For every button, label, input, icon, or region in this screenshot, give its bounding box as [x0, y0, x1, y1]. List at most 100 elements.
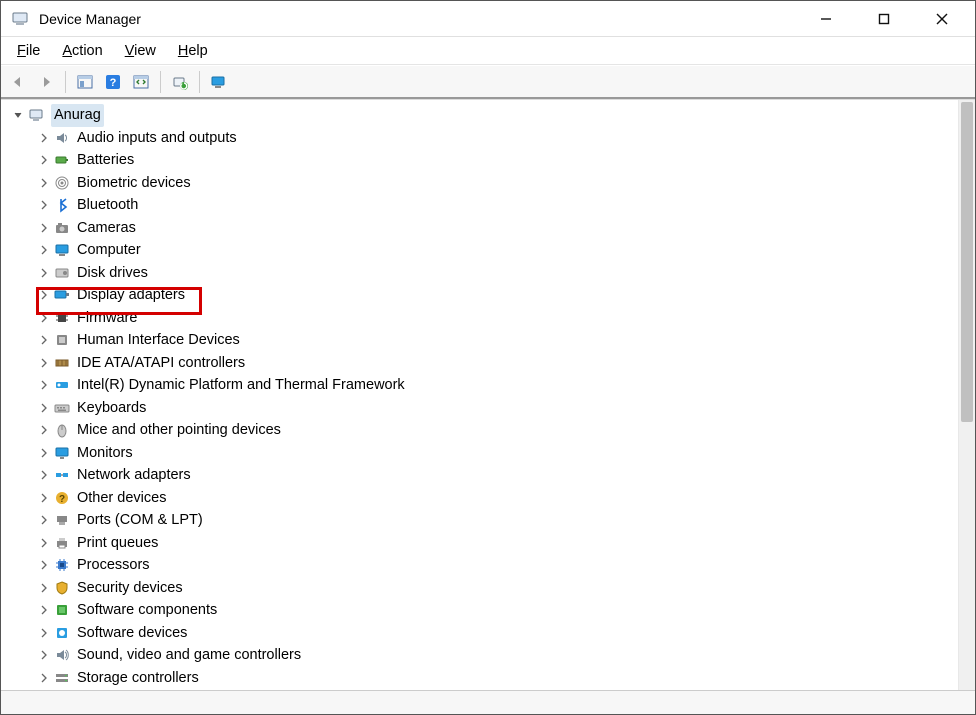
chevron-right-icon[interactable] — [37, 536, 51, 550]
tree-category[interactable]: Intel(R) Dynamic Platform and Thermal Fr… — [37, 374, 958, 397]
tree-category[interactable]: Keyboards — [37, 397, 958, 420]
tree-category[interactable]: Software components — [37, 599, 958, 622]
toolbar-separator — [65, 71, 66, 93]
chevron-right-icon[interactable] — [37, 266, 51, 280]
menu-view[interactable]: View — [115, 41, 166, 61]
tree-category-label: Print queues — [77, 532, 158, 555]
chevron-right-icon[interactable] — [37, 131, 51, 145]
toolbar-separator — [160, 71, 161, 93]
tree-category-label: Display adapters — [77, 284, 185, 307]
tree-category-label: Software devices — [77, 622, 187, 645]
chevron-right-icon[interactable] — [37, 558, 51, 572]
chevron-right-icon[interactable] — [37, 581, 51, 595]
thermal-icon — [53, 376, 71, 394]
chevron-right-icon[interactable] — [37, 446, 51, 460]
software-component-icon — [53, 601, 71, 619]
scrollbar-thumb[interactable] — [961, 102, 973, 422]
tree-category[interactable]: Audio inputs and outputs — [37, 127, 958, 150]
tree-category[interactable]: Security devices — [37, 577, 958, 600]
close-button[interactable] — [913, 1, 971, 37]
chevron-right-icon[interactable] — [37, 333, 51, 347]
view-devices-button[interactable] — [206, 69, 232, 95]
tree-category-label: Audio inputs and outputs — [77, 127, 237, 150]
keyboard-icon — [53, 399, 71, 417]
chevron-right-icon[interactable] — [37, 378, 51, 392]
chevron-right-icon[interactable] — [37, 401, 51, 415]
vertical-scrollbar[interactable] — [958, 100, 975, 690]
chevron-right-icon[interactable] — [37, 176, 51, 190]
tree-category[interactable]: Disk drives — [37, 262, 958, 285]
tree-category[interactable]: Human Interface Devices — [37, 329, 958, 352]
chevron-right-icon[interactable] — [37, 513, 51, 527]
svg-text:?: ? — [59, 494, 65, 505]
chevron-right-icon[interactable] — [37, 288, 51, 302]
show-hide-console-tree-button[interactable] — [72, 69, 98, 95]
window-title: Device Manager — [39, 11, 141, 27]
storage-icon — [53, 669, 71, 687]
maximize-button[interactable] — [855, 1, 913, 37]
chevron-right-icon[interactable] — [37, 423, 51, 437]
content-area: Anurag Audio inputs and outputs Batterie… — [1, 99, 975, 690]
tree-category[interactable]: Processors — [37, 554, 958, 577]
chevron-right-icon[interactable] — [37, 153, 51, 167]
tree-category[interactable]: ? Other devices — [37, 487, 958, 510]
chevron-right-icon[interactable] — [37, 491, 51, 505]
chevron-right-icon[interactable] — [37, 603, 51, 617]
tree-category[interactable]: Storage controllers — [37, 667, 958, 690]
tree-category-label: Batteries — [77, 149, 134, 172]
tree-category-label: Firmware — [77, 307, 137, 330]
tree-root[interactable]: Anurag — [11, 104, 958, 127]
menubar: File Action View Help — [1, 37, 975, 65]
tree-category-label: Disk drives — [77, 262, 148, 285]
display-adapter-icon — [53, 286, 71, 304]
menu-file[interactable]: File — [7, 41, 50, 61]
chevron-right-icon[interactable] — [37, 221, 51, 235]
svg-text:?: ? — [110, 77, 117, 89]
tree-category[interactable]: Ports (COM & LPT) — [37, 509, 958, 532]
software-device-icon — [53, 624, 71, 642]
nav-back-button[interactable] — [5, 69, 31, 95]
tree-category[interactable]: Sound, video and game controllers — [37, 644, 958, 667]
tree-category[interactable]: Cameras — [37, 217, 958, 240]
menu-help[interactable]: Help — [168, 41, 218, 61]
tree-category[interactable]: Mice and other pointing devices — [37, 419, 958, 442]
chevron-right-icon[interactable] — [37, 468, 51, 482]
monitor-icon — [53, 444, 71, 462]
tree-category[interactable]: Print queues — [37, 532, 958, 555]
network-icon — [53, 466, 71, 484]
tree-category[interactable]: Computer — [37, 239, 958, 262]
chevron-right-icon[interactable] — [37, 243, 51, 257]
chevron-right-icon[interactable] — [37, 626, 51, 640]
tree-category[interactable]: Monitors — [37, 442, 958, 465]
tree-category[interactable]: Software devices — [37, 622, 958, 645]
tree-category-label: IDE ATA/ATAPI controllers — [77, 352, 245, 375]
tree-category[interactable]: Bluetooth — [37, 194, 958, 217]
chevron-right-icon[interactable] — [37, 356, 51, 370]
nav-forward-button[interactable] — [33, 69, 59, 95]
tree-category-label: Ports (COM & LPT) — [77, 509, 203, 532]
unknown-icon: ? — [53, 489, 71, 507]
device-tree[interactable]: Anurag Audio inputs and outputs Batterie… — [1, 100, 958, 690]
bluetooth-icon — [53, 196, 71, 214]
menu-action[interactable]: Action — [52, 41, 112, 61]
properties-button[interactable] — [128, 69, 154, 95]
tree-category-label: Biometric devices — [77, 172, 191, 195]
tree-category-label: Intel(R) Dynamic Platform and Thermal Fr… — [77, 374, 405, 397]
root-computer-icon — [27, 106, 45, 124]
scan-hardware-button[interactable] — [167, 69, 193, 95]
chevron-right-icon[interactable] — [37, 648, 51, 662]
chevron-down-icon[interactable] — [11, 108, 25, 122]
minimize-button[interactable] — [797, 1, 855, 37]
camera-icon — [53, 219, 71, 237]
tree-category-label: Mice and other pointing devices — [77, 419, 281, 442]
tree-category[interactable]: Batteries — [37, 149, 958, 172]
chevron-right-icon[interactable] — [37, 671, 51, 685]
tree-category[interactable]: Display adapters — [37, 284, 958, 307]
tree-category[interactable]: Firmware — [37, 307, 958, 330]
tree-category[interactable]: IDE ATA/ATAPI controllers — [37, 352, 958, 375]
tree-category[interactable]: Network adapters — [37, 464, 958, 487]
help-button[interactable]: ? — [100, 69, 126, 95]
chevron-right-icon[interactable] — [37, 198, 51, 212]
chevron-right-icon[interactable] — [37, 311, 51, 325]
tree-category[interactable]: Biometric devices — [37, 172, 958, 195]
